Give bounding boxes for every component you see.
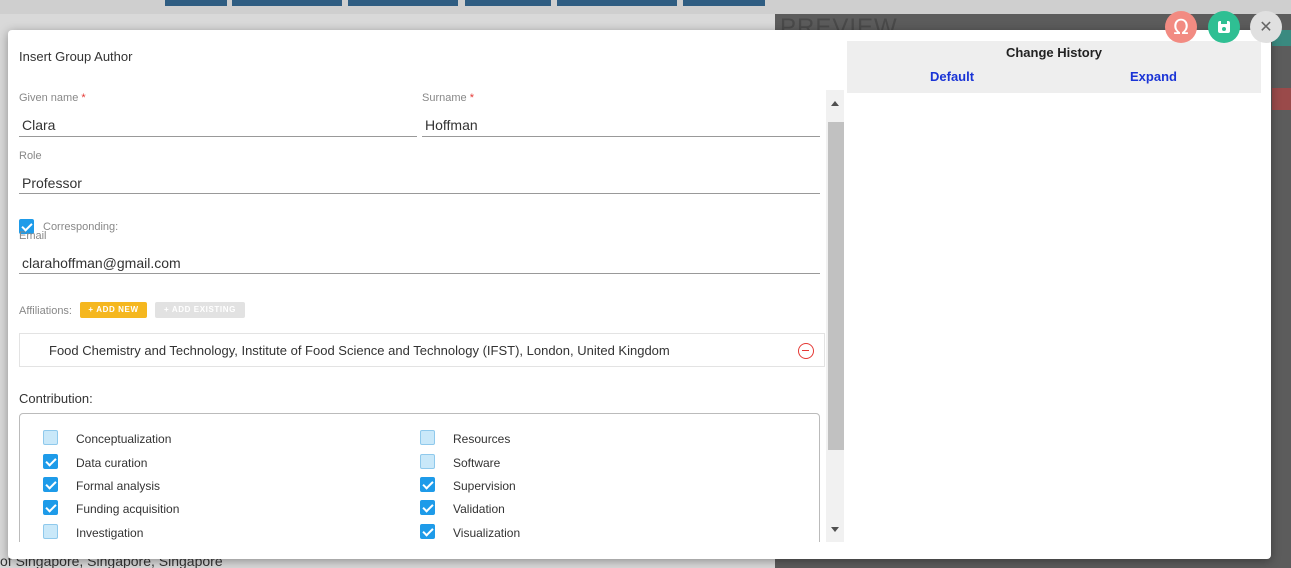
contribution-label-funding-acquisition: Funding acquisition: [76, 502, 180, 516]
background-tab: [348, 0, 458, 6]
contribution-label-investigation: Investigation: [76, 526, 144, 540]
contribution-label-software: Software: [453, 456, 501, 470]
surname-underline: [422, 136, 820, 137]
affiliation-item: Food Chemistry and Technology, Institute…: [19, 333, 825, 367]
given-name-label-text: Given name: [19, 92, 79, 104]
contribution-checkbox-funding-acquisition[interactable]: [43, 500, 58, 515]
role-underline: [19, 193, 820, 194]
given-name-underline: [19, 136, 417, 137]
special-characters-button[interactable]: Ω: [1165, 11, 1197, 43]
history-default-link[interactable]: Default: [930, 69, 974, 84]
contribution-checkbox-data-curation[interactable]: [43, 454, 58, 469]
close-icon: ✕: [1259, 17, 1273, 36]
contribution-checkbox-visualization[interactable]: [420, 524, 435, 539]
contribution-checkbox-formal-analysis[interactable]: [43, 477, 58, 492]
background-tab: [465, 0, 551, 6]
insert-group-author-dialog: Insert Group Author Given name * Clara S…: [8, 30, 1271, 559]
role-label: Role: [19, 150, 42, 162]
contribution-label-data-curation: Data curation: [76, 456, 148, 470]
given-name-label: Given name *: [19, 92, 86, 104]
scroll-thumb[interactable]: [828, 122, 844, 450]
surname-label: Surname *: [422, 92, 474, 104]
background-tab: [557, 0, 677, 6]
required-mark: *: [469, 92, 474, 104]
corresponding-label: Corresponding:: [43, 221, 119, 233]
contribution-box: Conceptualization Data curation Formal a…: [19, 413, 820, 542]
background-tab: [232, 0, 342, 6]
author-form: Given name * Clara Surname * Hoffman Rol…: [8, 90, 846, 542]
contribution-label-conceptualization: Conceptualization: [76, 432, 172, 446]
change-history-panel: Change History Default Expand: [847, 41, 1261, 93]
contribution-label: Contribution:: [19, 391, 93, 406]
surname-label-text: Surname: [422, 92, 467, 104]
contribution-checkbox-investigation[interactable]: [43, 524, 58, 539]
dialog-title: Insert Group Author: [19, 49, 133, 64]
surname-input[interactable]: Hoffman: [422, 117, 820, 133]
contribution-checkbox-software[interactable]: [420, 454, 435, 469]
omega-icon: Ω: [1173, 15, 1189, 39]
required-mark: *: [81, 92, 86, 104]
affiliations-label: Affiliations:: [19, 305, 72, 317]
email-label: Email: [19, 230, 47, 242]
save-button[interactable]: [1208, 11, 1240, 43]
contribution-label-supervision: Supervision: [453, 479, 516, 493]
add-existing-affiliation-button[interactable]: + ADD EXISTING: [155, 302, 245, 318]
add-new-affiliation-button[interactable]: + ADD NEW: [80, 302, 147, 318]
close-button[interactable]: ✕: [1250, 11, 1282, 43]
affiliation-text: Food Chemistry and Technology, Institute…: [49, 343, 670, 358]
change-history-title: Change History: [1005, 45, 1103, 60]
background-tab: [165, 0, 227, 6]
contribution-label-formal-analysis: Formal analysis: [76, 479, 161, 493]
contribution-checkbox-supervision[interactable]: [420, 477, 435, 492]
role-input[interactable]: Professor: [19, 175, 820, 191]
contribution-label-validation: Validation: [453, 502, 505, 516]
form-scrollbar[interactable]: [826, 90, 844, 542]
background-red-strip: [1272, 88, 1291, 110]
remove-affiliation-icon[interactable]: [798, 343, 814, 359]
contribution-label-visualization: Visualization: [453, 526, 521, 540]
scroll-up-arrow-icon[interactable]: [831, 101, 839, 106]
email-underline: [19, 273, 820, 274]
email-input[interactable]: clarahoffman@gmail.com: [19, 255, 820, 271]
given-name-input[interactable]: Clara: [19, 117, 417, 133]
scroll-down-arrow-icon[interactable]: [831, 527, 839, 532]
contribution-checkbox-resources[interactable]: [420, 430, 435, 445]
history-expand-link[interactable]: Expand: [1130, 69, 1177, 84]
background-tab: [683, 0, 765, 6]
contribution-checkbox-validation[interactable]: [420, 500, 435, 515]
contribution-label-resources: Resources: [453, 432, 511, 446]
contribution-checkbox-conceptualization[interactable]: [43, 430, 58, 445]
save-disk-icon: [1218, 21, 1230, 33]
